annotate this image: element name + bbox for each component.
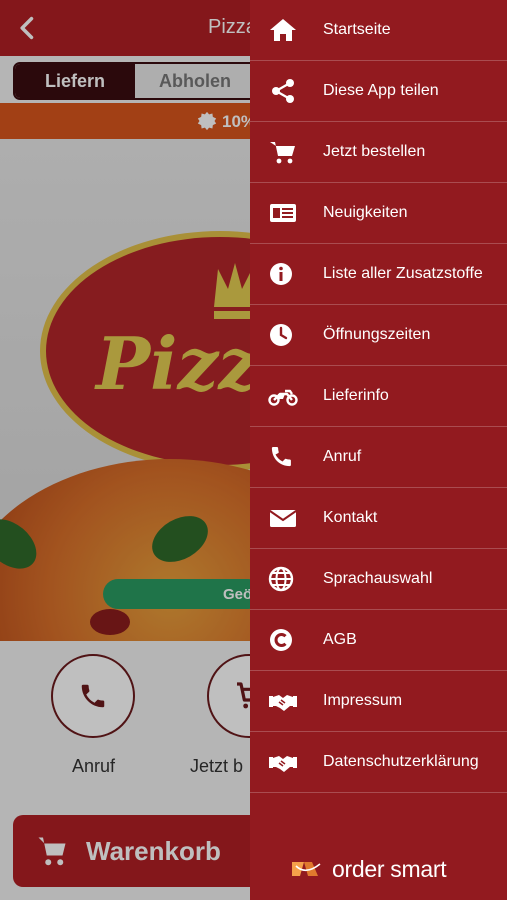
menu-item-label: Datenschutzerklärung xyxy=(323,753,479,770)
info-icon xyxy=(270,263,292,285)
menu-item-label: Jetzt bestellen xyxy=(323,143,426,160)
menu-item-agb[interactable]: AGB xyxy=(250,610,507,671)
brand-logo: order smart xyxy=(290,856,460,882)
menu-item-label: Impressum xyxy=(323,692,403,709)
globe-icon xyxy=(268,566,294,592)
menu-item-label: Öffnungszeiten xyxy=(323,326,431,343)
menu-item-label: Startseite xyxy=(323,21,391,38)
side-drawer: Startseite Diese App teilen Jetzt bestel… xyxy=(250,0,507,900)
copyright-icon xyxy=(270,629,292,651)
news-icon xyxy=(270,204,296,222)
menu-item-contact[interactable]: Kontakt xyxy=(250,488,507,549)
menu-item-news[interactable]: Neuigkeiten xyxy=(250,183,507,244)
menu-item-label: Neuigkeiten xyxy=(323,204,408,221)
menu-item-opening-hours[interactable]: Öffnungszeiten xyxy=(250,305,507,366)
clock-icon xyxy=(270,324,292,346)
menu-item-label: Diese App teilen xyxy=(323,82,439,99)
menu-item-call[interactable]: Anruf xyxy=(250,427,507,488)
phone-icon xyxy=(271,447,291,467)
menu-item-additives[interactable]: Liste aller Zusatzstoffe xyxy=(250,244,507,305)
menu-item-delivery-info[interactable]: Lieferinfo xyxy=(250,366,507,427)
menu-item-language[interactable]: Sprachauswahl xyxy=(250,549,507,610)
menu-item-imprint[interactable]: Impressum xyxy=(250,671,507,732)
menu-item-privacy[interactable]: Datenschutzerklärung xyxy=(250,732,507,793)
order-smart-logo-icon xyxy=(292,862,321,876)
menu-item-startseite[interactable]: Startseite xyxy=(250,0,507,61)
menu-item-label: Liste aller Zusatzstoffe xyxy=(323,265,483,282)
menu-item-label: Anruf xyxy=(323,448,362,465)
brand-name: order smart xyxy=(332,855,447,882)
handshake-icon xyxy=(269,695,297,711)
cart-icon xyxy=(270,142,295,164)
home-icon xyxy=(270,19,296,41)
menu-item-label: Lieferinfo xyxy=(323,387,389,404)
mail-icon xyxy=(269,510,297,527)
motorbike-icon xyxy=(268,389,298,406)
menu-item-label: Kontakt xyxy=(323,509,378,526)
handshake-icon xyxy=(269,756,297,772)
menu-item-order-now[interactable]: Jetzt bestellen xyxy=(250,122,507,183)
menu-item-share[interactable]: Diese App teilen xyxy=(250,61,507,122)
share-icon xyxy=(272,79,294,103)
menu-item-label: Sprachauswahl xyxy=(323,570,433,587)
menu-item-label: AGB xyxy=(323,631,357,648)
drawer-menu: Startseite Diese App teilen Jetzt bestel… xyxy=(250,0,507,793)
